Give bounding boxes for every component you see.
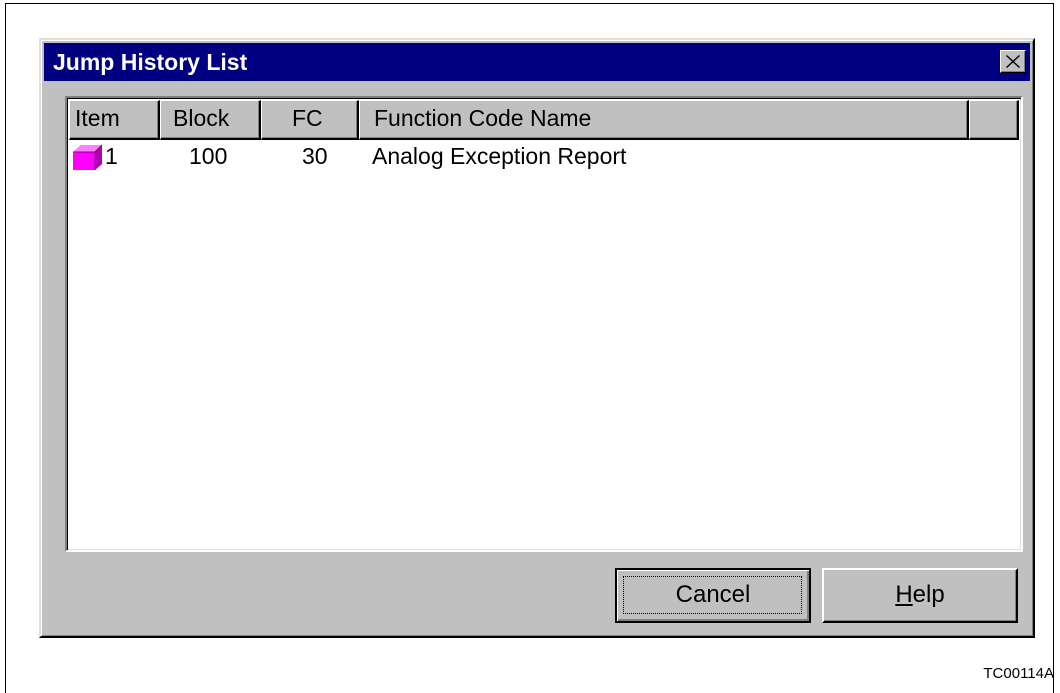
dialog-title: Jump History List (53, 49, 248, 75)
column-header-item[interactable]: Item (69, 100, 160, 140)
column-header-function-code-name[interactable]: Function Code Name (359, 100, 969, 140)
help-mnemonic: H (895, 581, 913, 608)
cancel-button[interactable]: Cancel (615, 568, 811, 623)
close-button[interactable] (1000, 50, 1026, 73)
list-row[interactable]: 1 100 30 Analog Exception Report (69, 142, 1019, 174)
column-header-blank[interactable] (969, 100, 1019, 140)
jump-history-dialog: Jump History List Item Block FC Function… (39, 38, 1035, 638)
column-header-block[interactable]: Block (160, 100, 261, 140)
close-icon (1006, 55, 1020, 68)
column-header-fc[interactable]: FC (261, 100, 359, 140)
row-block: 100 (189, 143, 228, 169)
focus-rectangle (623, 576, 802, 614)
help-label: Help (895, 581, 944, 608)
help-label-rest: elp (912, 581, 945, 608)
row-fc: 30 (302, 143, 328, 169)
row-item: 1 (105, 143, 118, 169)
title-bar[interactable]: Jump History List (44, 43, 1030, 81)
row-function-code-name: Analog Exception Report (372, 143, 627, 169)
figure-id: TC00114A (983, 665, 1054, 682)
list-header: Item Block FC Function Code Name (69, 100, 1019, 140)
help-button[interactable]: Help (822, 568, 1018, 623)
jump-history-list[interactable]: Item Block FC Function Code Name 1 100 3… (65, 96, 1023, 552)
block-icon (73, 144, 103, 176)
